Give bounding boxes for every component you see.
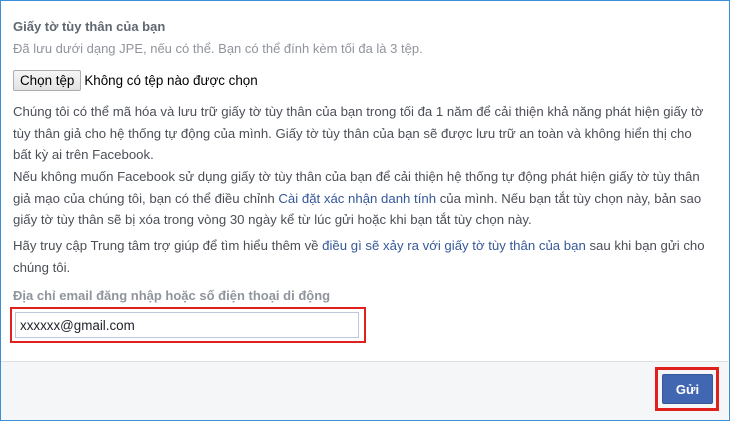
submit-button[interactable]: Gửi bbox=[662, 374, 713, 404]
storage-paragraph: Chúng tôi có thể mã hóa và lưu trữ giấy … bbox=[13, 104, 704, 162]
what-happens-link[interactable]: điều gì sẽ xảy ra với giấy tờ tùy thân c… bbox=[322, 238, 586, 253]
help-paragraph-text-1: Hãy truy cập Trung tâm trợ giúp để tìm h… bbox=[13, 238, 323, 253]
submit-highlight: Gửi bbox=[655, 367, 719, 411]
identity-settings-link[interactable]: Cài đặt xác nhận danh tính bbox=[278, 191, 436, 206]
email-label: Địa chỉ email đăng nhập hoặc số điện tho… bbox=[13, 288, 331, 303]
email-highlight bbox=[10, 307, 366, 343]
file-status: Không có tệp nào được chọn bbox=[84, 72, 258, 88]
email-input[interactable] bbox=[15, 312, 359, 338]
section-title: Giấy tờ tùy thân của bạn bbox=[13, 19, 166, 34]
settings-paragraph: Nếu không muốn Facebook sử dụng giấy tờ … bbox=[13, 166, 713, 231]
file-upload-row: Chọn tệp Không có tệp nào được chọn bbox=[13, 69, 258, 91]
help-paragraph: Hãy truy cập Trung tâm trợ giúp để tìm h… bbox=[13, 235, 713, 278]
choose-file-button[interactable]: Chọn tệp bbox=[13, 69, 82, 91]
upload-hint: Đã lưu dưới dạng JPE, nếu có thể. Bạn có… bbox=[13, 41, 423, 56]
dialog-footer bbox=[1, 361, 728, 420]
